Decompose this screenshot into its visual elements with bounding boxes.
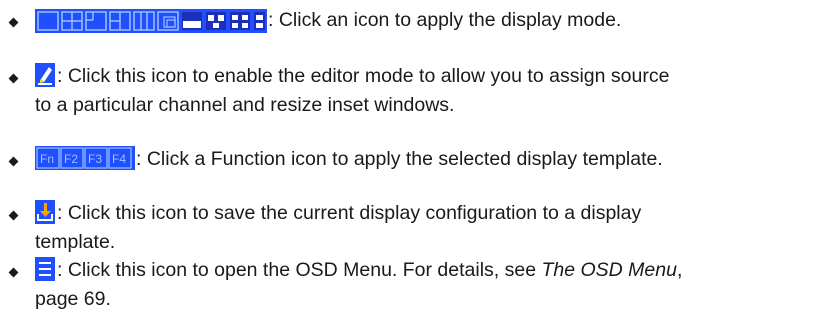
layout-pip-white-icon <box>182 12 202 30</box>
bullet-marker <box>8 267 19 278</box>
layout-pip-dual-icon <box>206 12 226 30</box>
bullet-marker <box>8 73 19 84</box>
item-text-a: : Click this icon to open the OSD Menu. … <box>57 259 542 281</box>
function-icons: Fn F2 F3 F4 <box>35 146 135 170</box>
svg-text:F2: F2 <box>64 152 78 166</box>
item-text: : Click a Function icon to apply the sel… <box>136 148 663 170</box>
item-text: : Click this icon to enable the editor m… <box>57 65 670 87</box>
item-text-b: , <box>676 259 683 281</box>
bullet-marker <box>8 156 19 167</box>
svg-text:F3: F3 <box>88 152 102 166</box>
display-mode-icons <box>35 9 267 33</box>
menu-lines-icon <box>35 257 55 281</box>
item-text: : Click this icon to save the current di… <box>57 202 642 224</box>
item-text-continued: page 69. <box>35 288 111 310</box>
bullet-marker <box>8 210 19 221</box>
layout-pip-quad-icon <box>230 12 250 30</box>
item-text: : Click this icon to open the OSD Menu. … <box>57 258 682 282</box>
layout-side-icon <box>254 12 265 30</box>
item-text-continued: template. <box>35 231 116 253</box>
svg-text:Fn: Fn <box>40 152 54 166</box>
bullet-marker <box>8 17 19 28</box>
pencil-editor-icon <box>35 63 55 87</box>
svg-text:F4: F4 <box>112 152 126 166</box>
item-text: : Click an icon to apply the display mod… <box>268 9 622 31</box>
display-mode-icon-strip <box>35 9 267 33</box>
item-text-continued: to a particular channel and resize inset… <box>35 94 455 116</box>
save-download-icon <box>35 200 55 224</box>
osd-menu-reference-link[interactable]: The OSD Menu <box>541 259 676 281</box>
